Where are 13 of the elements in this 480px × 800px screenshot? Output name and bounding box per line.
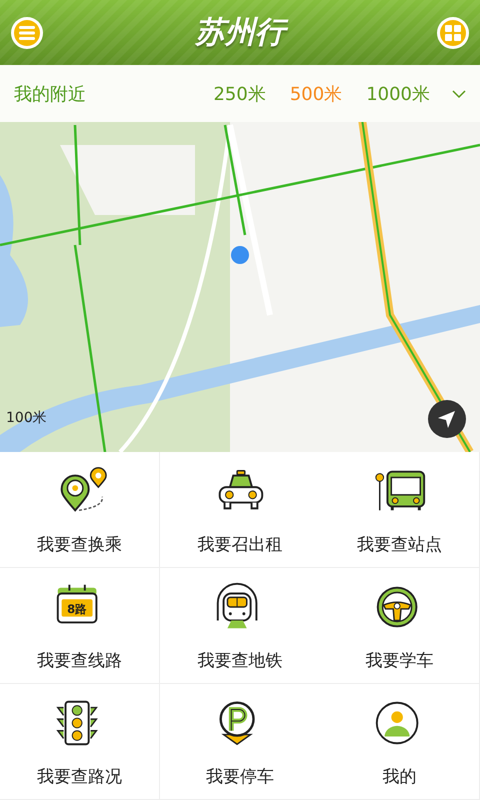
grid-icon[interactable] — [436, 16, 470, 50]
locate-button[interactable] — [428, 400, 466, 438]
feature-tile[interactable]: 我要查站点 — [320, 452, 480, 568]
menu-icon[interactable] — [10, 16, 44, 50]
feature-tile[interactable]: 我要查路况 — [0, 684, 160, 800]
nearby-label: 我的附近 — [14, 82, 87, 106]
chevron-down-icon[interactable] — [452, 88, 466, 98]
map-scale: 100米 — [6, 410, 47, 426]
feature-tile[interactable]: 8路 我要查线路 — [0, 568, 160, 684]
feature-tile[interactable]: 我的 — [320, 684, 480, 800]
feature-tile[interactable]: 我要学车 — [320, 568, 480, 684]
location-dot-icon — [231, 246, 249, 264]
feature-tile[interactable]: 我要查换乘 — [0, 452, 160, 568]
